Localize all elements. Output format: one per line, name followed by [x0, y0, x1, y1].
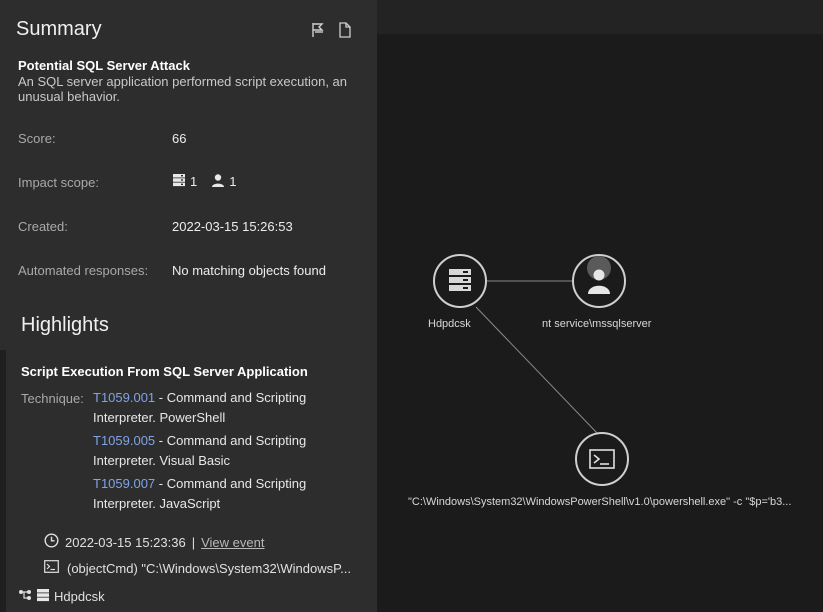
flag-icon[interactable]: [311, 22, 325, 38]
technique-text: - Command and Scripting: [155, 433, 307, 448]
technique-text-cont: Interpreter. Visual Basic: [93, 453, 231, 468]
user-node[interactable]: [572, 254, 626, 308]
event-time: 2022-03-15 15:23:36: [65, 534, 186, 550]
command-row: (objectCmd) "C:\Windows\System32\Windows…: [44, 560, 351, 576]
created-value: 2022-03-15 15:26:53: [172, 219, 293, 234]
technique-text-cont: Interpreter. JavaScript: [93, 496, 221, 511]
host-name[interactable]: Hdpdcsk: [54, 589, 105, 604]
event-row: 2022-03-15 15:23:36 | View event: [44, 533, 264, 551]
alert-description: An SQL server application performed scri…: [18, 74, 348, 104]
technique-item: T1059.007 - Command and Scripting Interp…: [93, 474, 343, 514]
header-actions: [311, 22, 351, 38]
summary-panel: Summary Potential SQL Server Attack An S…: [0, 0, 377, 612]
technique-text-cont: Interpreter. PowerShell: [93, 410, 226, 425]
technique-item: T1059.005 - Command and Scripting Interp…: [93, 431, 343, 471]
technique-text: - Command and Scripting: [155, 476, 307, 491]
highlights-title: Highlights: [21, 314, 109, 336]
technique-link[interactable]: T1059.001: [93, 390, 155, 405]
technique-link[interactable]: T1059.005: [93, 433, 155, 448]
created-label: Created:: [18, 219, 68, 234]
score-value: 66: [172, 131, 187, 146]
technique-text: - Command and Scripting: [155, 390, 307, 405]
graph-canvas[interactable]: Hdpdcsk nt service\mssqlserver "C:\Windo…: [377, 0, 823, 612]
document-icon[interactable]: [339, 22, 351, 38]
impact-users[interactable]: 1: [211, 173, 236, 190]
server-icon: [449, 269, 471, 291]
technique-label: Technique:: [21, 391, 84, 406]
server-icon: [36, 588, 50, 605]
impact-users-count: 1: [229, 174, 237, 189]
technique-item: T1059.001 - Command and Scripting Interp…: [93, 388, 343, 428]
user-node-label: nt service\mssqlserver: [542, 318, 652, 330]
process-node[interactable]: [575, 432, 629, 486]
impact-scope-label: Impact scope:: [18, 175, 99, 190]
impact-scope-value: 1 1: [172, 173, 246, 190]
server-node[interactable]: [433, 254, 487, 308]
tree-icon: [18, 589, 32, 604]
impact-hosts[interactable]: 1: [172, 173, 197, 190]
impact-hosts-count: 1: [190, 174, 198, 189]
server-node-label: Hdpdcsk: [428, 318, 471, 330]
alert-title: Potential SQL Server Attack: [18, 58, 190, 73]
automated-responses-value: No matching objects found: [172, 263, 326, 278]
terminal-icon: [44, 560, 59, 576]
command-text: (objectCmd) "C:\Windows\System32\Windows…: [67, 560, 351, 576]
graph-svg: [433, 254, 629, 486]
clock-icon: [44, 533, 59, 551]
host-row: Hdpdcsk: [18, 588, 105, 605]
event-separator: |: [191, 534, 196, 550]
server-icon: [172, 173, 186, 190]
automated-responses-label: Automated responses:: [18, 263, 149, 278]
summary-title: Summary: [16, 18, 102, 40]
user-icon: [211, 173, 225, 190]
view-event-link[interactable]: View event: [201, 535, 264, 550]
rule-title: Script Execution From SQL Server Applica…: [21, 364, 308, 379]
technique-link[interactable]: T1059.007: [93, 476, 155, 491]
score-label: Score:: [18, 131, 56, 146]
process-node-label: "C:\Windows\System32\WindowsPowerShell\v…: [408, 496, 792, 508]
panel-edge: [0, 350, 6, 612]
